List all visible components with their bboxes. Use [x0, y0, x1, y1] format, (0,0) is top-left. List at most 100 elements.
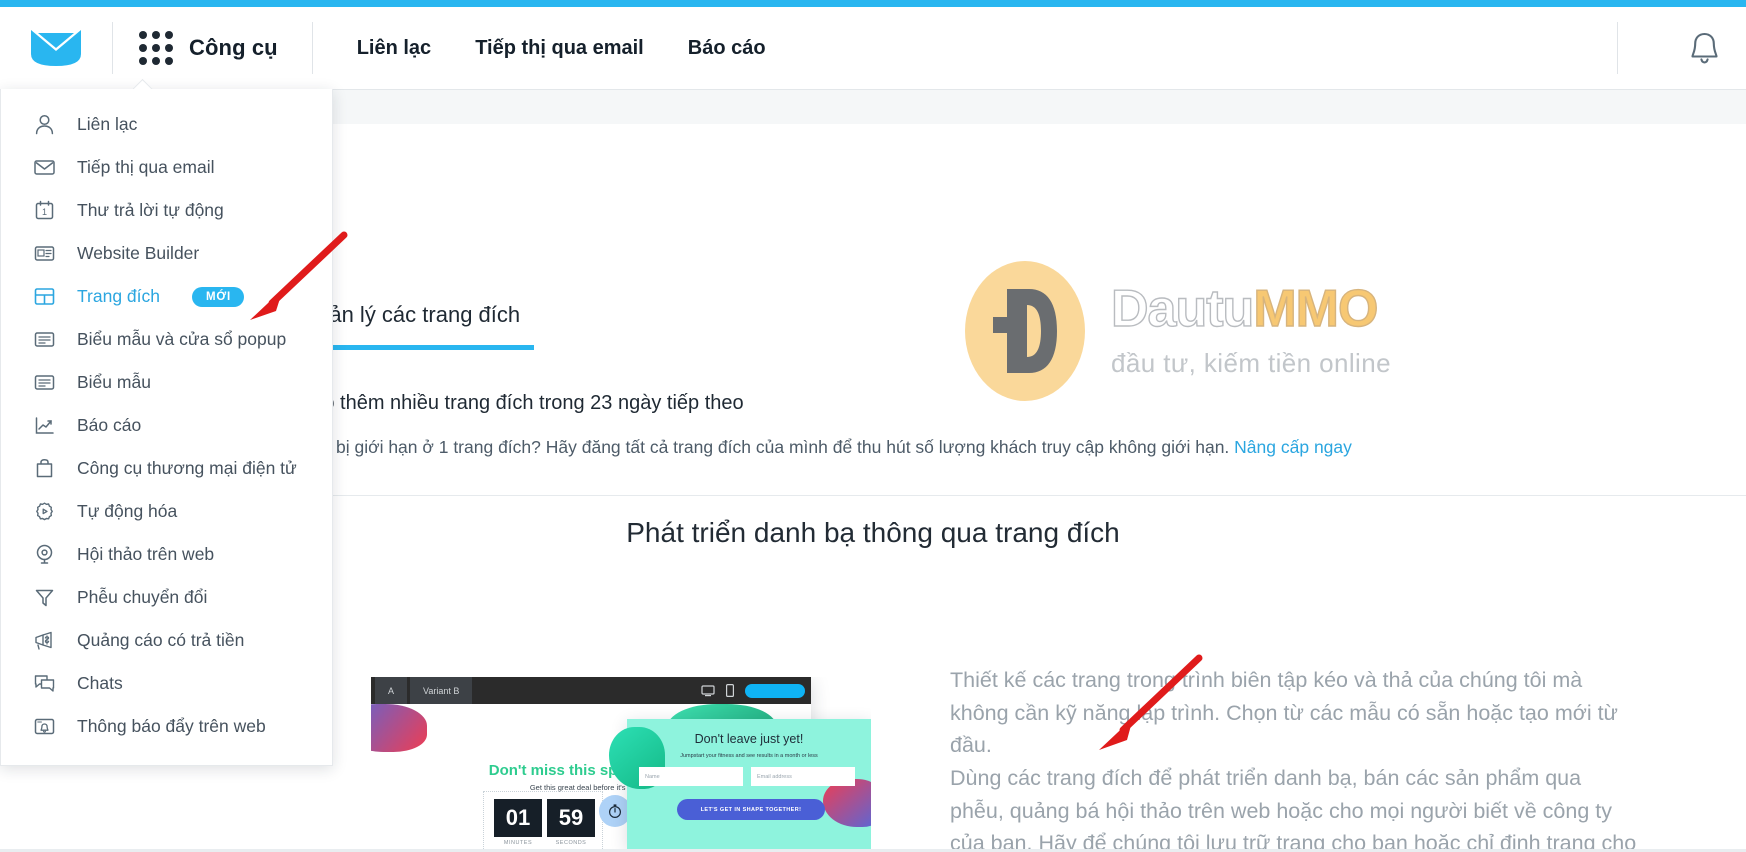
notifications-button[interactable]	[1662, 30, 1746, 66]
illustration-editor-toolbar: A Variant B	[371, 677, 811, 704]
megaphone-dollar-icon	[31, 627, 58, 654]
menu-item-website-builder[interactable]: Website Builder	[1, 232, 332, 275]
menu-item-email-marketing[interactable]: Tiếp thị qua email	[1, 146, 332, 189]
person-icon	[31, 111, 58, 138]
tab-manage-landing-pages[interactable]: Quản lý các trang đích	[300, 302, 520, 341]
countdown-minutes-label: MINUTES	[503, 840, 533, 846]
popup-fields: Name Email address	[639, 767, 855, 786]
menu-item-forms-popups[interactable]: Biểu mẫu và cửa sổ popup	[1, 318, 332, 361]
sub-heading: Tạo thêm nhiều trang đích trong 23 ngày …	[300, 392, 744, 414]
desktop-preview-icon	[701, 684, 715, 696]
countdown-timer: 01 59	[494, 799, 595, 837]
app-root: Công cụ Liên lạc Tiếp thị qua email Báo …	[0, 0, 1746, 852]
promo-paragraph-2: Dùng các trang đích để phát triển danh b…	[950, 766, 1637, 852]
popup-title: Don't leave just yet!	[694, 732, 804, 746]
menu-item-ecommerce-tools[interactable]: Công cụ thương mại điện tử	[1, 447, 332, 490]
popup-subtitle: Jumpstart your fitness and see results i…	[680, 753, 818, 759]
nav-link-contacts[interactable]: Liên lạc	[357, 37, 431, 60]
countdown-seconds-label: SECONDS	[555, 840, 587, 846]
funnel-icon	[31, 584, 58, 611]
app-header: Công cụ Liên lạc Tiếp thị qua email Báo …	[0, 7, 1746, 90]
menu-item-paid-ads[interactable]: Quảng cáo có trả tiền	[1, 619, 332, 662]
watermark-title: DautuMMO	[1110, 280, 1391, 338]
nav-link-reports[interactable]: Báo cáo	[688, 37, 766, 60]
promo-description: Thiết kế các trang trong trình biên tập …	[950, 664, 1640, 852]
watermark-title-part1: Dautu	[1110, 280, 1255, 338]
dropdown-caret	[133, 79, 153, 89]
menu-item-label: Hội thảo trên web	[77, 544, 215, 564]
popup-email-field: Email address	[751, 767, 855, 786]
menu-item-label: Chats	[77, 673, 123, 693]
shopping-bag-icon	[31, 455, 58, 482]
stopwatch-icon	[608, 804, 622, 819]
form-popup-icon	[31, 326, 58, 353]
menu-item-webinars[interactable]: Hội thảo trên web	[1, 533, 332, 576]
illustration-tab-b: Variant B	[410, 677, 473, 704]
menu-item-landing-pages[interactable]: Trang đích MỚI	[1, 275, 332, 318]
decorative-blob-left	[371, 704, 427, 752]
popup-blob-right	[823, 779, 871, 827]
menu-item-conversion-funnel[interactable]: Phễu chuyển đổi	[1, 576, 332, 619]
menu-item-label: Phễu chuyển đổi	[77, 587, 208, 607]
upgrade-notice: Bạn bị giới hạn ở 1 trang đích? Hãy đăng…	[300, 437, 1746, 458]
menu-item-label: Liên lạc	[77, 114, 138, 134]
dautummo-watermark: DautuMMO đầu tư, kiếm tiền online	[965, 261, 1391, 401]
new-badge: MỚI	[192, 286, 245, 307]
illustration-tab-a: A	[375, 677, 408, 704]
menu-item-label: Báo cáo	[77, 415, 142, 435]
menu-item-chats[interactable]: Chats	[1, 662, 332, 705]
push-notification-icon	[31, 713, 58, 740]
gear-play-icon	[31, 498, 58, 525]
calendar-1-icon: 1	[31, 197, 58, 224]
primary-nav: Liên lạc Tiếp thị qua email Báo cáo	[313, 37, 766, 60]
svg-text:1: 1	[42, 207, 47, 217]
brand-logo[interactable]	[0, 27, 112, 69]
menu-item-label: Công cụ thương mại điện tử	[77, 458, 297, 478]
menu-item-web-push-notifications[interactable]: Thông báo đẩy trên web	[1, 705, 332, 748]
tools-menu-button[interactable]: Công cụ	[113, 7, 312, 90]
watermark-text: DautuMMO đầu tư, kiếm tiền online	[1110, 280, 1391, 379]
popup-submit-button: LET'S GET IN SHAPE TOGETHER!	[677, 799, 825, 820]
webinar-icon	[31, 541, 58, 568]
menu-item-label: Thông báo đẩy trên web	[77, 716, 266, 736]
watermark-letter-d-icon	[993, 289, 1057, 373]
watermark-d-glyph	[965, 261, 1085, 401]
menu-item-label: Thư trả lời tự động	[77, 200, 224, 220]
menu-item-autoresponder[interactable]: 1 Thư trả lời tự động	[1, 189, 332, 232]
envelope-icon	[31, 154, 58, 181]
watermark-subtitle: đầu tư, kiếm tiền online	[1111, 348, 1391, 378]
webpage-icon	[31, 240, 58, 267]
menu-item-label: Website Builder	[77, 243, 200, 263]
upgrade-notice-text: Bạn bị giới hạn ở 1 trang đích? Hãy đăng…	[300, 437, 1230, 457]
header-divider-bell	[1617, 22, 1618, 74]
countdown-labels: MINUTES SECONDS	[494, 840, 595, 846]
page-tabs: Quản lý các trang đích	[300, 302, 534, 350]
tools-menu-label: Công cụ	[189, 35, 278, 60]
illustration-popup-card: Don't leave just yet! Jumpstart your fit…	[609, 719, 871, 849]
menu-item-label: Tiếp thị qua email	[77, 157, 215, 177]
tab-active-underline	[300, 345, 534, 350]
landing-page-icon	[31, 283, 58, 310]
menu-item-label: Trang đích	[77, 286, 161, 306]
menu-item-reports[interactable]: Báo cáo	[1, 404, 332, 447]
landing-page-illustration: A Variant B Don't miss this special offe…	[371, 677, 871, 852]
menu-item-label: Biểu mẫu và cửa sổ popup	[77, 329, 287, 349]
chart-line-icon	[31, 412, 58, 439]
bell-icon	[1690, 32, 1718, 64]
nav-link-email-marketing[interactable]: Tiếp thị qua email	[475, 37, 644, 60]
promo-paragraph-1: Thiết kế các trang trong trình biên tập …	[950, 668, 1618, 758]
header-right-group	[1617, 7, 1746, 90]
upgrade-now-link[interactable]: Nâng cấp ngay	[1234, 437, 1352, 457]
countdown-minutes-value: 01	[494, 799, 542, 837]
watermark-circle	[965, 261, 1085, 401]
form-icon	[31, 369, 58, 396]
illustration-toolbar-right	[701, 683, 811, 698]
menu-item-label: Biểu mẫu	[77, 372, 151, 392]
menu-item-automation[interactable]: Tự động hóa	[1, 490, 332, 533]
watermark-title-part2: MMO	[1253, 280, 1379, 338]
tools-dropdown-menu: Liên lạc Tiếp thị qua email 1 Thư trả lờ…	[0, 89, 333, 766]
menu-item-contacts[interactable]: Liên lạc	[1, 103, 332, 146]
popup-name-field: Name	[639, 767, 743, 786]
menu-item-forms[interactable]: Biểu mẫu	[1, 361, 332, 404]
menu-item-label: Quảng cáo có trả tiền	[77, 630, 245, 650]
